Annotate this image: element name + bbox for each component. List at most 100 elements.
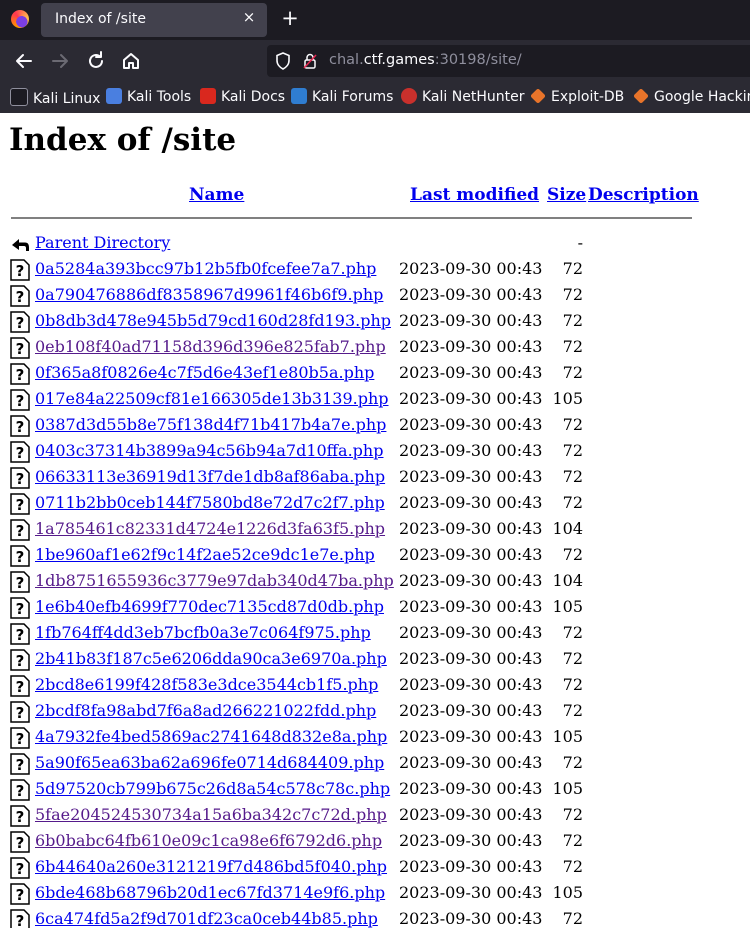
svg-text:?: ? bbox=[16, 704, 25, 722]
file-link[interactable]: 6b44640a260e3121219f7d486bd5f040.php bbox=[35, 857, 387, 876]
bookmark-kali-tools[interactable]: Kali Tools bbox=[106, 88, 191, 105]
unknown-file-icon: ? bbox=[10, 519, 30, 541]
file-size: 72 bbox=[562, 805, 583, 824]
kali-tools-icon bbox=[106, 88, 122, 104]
file-link[interactable]: 2bcd8e6199f428f583e3dce3544cb1f5.php bbox=[35, 675, 378, 694]
browser-chrome: Index of /site × + chal.ctf.games:30198/… bbox=[0, 0, 750, 113]
unknown-file-icon: ? bbox=[10, 363, 30, 385]
home-icon[interactable] bbox=[119, 49, 143, 73]
svg-text:?: ? bbox=[16, 886, 25, 904]
new-tab-icon[interactable]: + bbox=[280, 6, 300, 30]
kali-forums-icon bbox=[291, 88, 307, 104]
reload-icon[interactable] bbox=[84, 49, 108, 73]
svg-text:?: ? bbox=[16, 912, 25, 928]
url-bar[interactable]: chal.ctf.games:30198/site/ bbox=[267, 45, 750, 77]
file-link[interactable]: 4a7932fe4bed5869ac2741648d832e8a.php bbox=[35, 727, 387, 746]
unknown-file-icon: ? bbox=[10, 545, 30, 567]
tracking-shield-icon[interactable] bbox=[275, 52, 291, 70]
unknown-file-icon: ? bbox=[10, 701, 30, 723]
column-header-last-modified[interactable]: Last modified bbox=[410, 185, 539, 205]
table-row: ? 1be960af1e62f9c14f2ae52ce9dc1e7e.php 202… bbox=[0, 542, 750, 568]
page-title: Index of /site bbox=[9, 122, 237, 158]
file-size: 72 bbox=[562, 467, 583, 486]
svg-text:?: ? bbox=[16, 418, 25, 436]
file-link[interactable]: 6bde468b68796b20d1ec67fd3714e9f6.php bbox=[35, 883, 385, 902]
file-link[interactable]: 1fb764ff4dd3eb7bcfb0a3e7c064f975.php bbox=[35, 623, 371, 642]
file-link[interactable]: 1db8751655936c3779e97dab340d47ba.php bbox=[35, 571, 394, 590]
svg-text:?: ? bbox=[16, 600, 25, 618]
file-link[interactable]: 1be960af1e62f9c14f2ae52ce9dc1e7e.php bbox=[35, 545, 375, 564]
file-link[interactable]: 1e6b40efb4699f770dec7135cd87d0db.php bbox=[35, 597, 384, 616]
insecure-lock-icon[interactable] bbox=[303, 52, 317, 70]
table-row: ? 0a5284a393bcc97b12b5fb0fcefee7a7.php 202… bbox=[0, 256, 750, 282]
svg-text:?: ? bbox=[16, 496, 25, 514]
firefox-menu-icon[interactable] bbox=[11, 10, 29, 28]
file-link[interactable]: 5a90f65ea63ba62a696fe0714d684409.php bbox=[35, 753, 384, 772]
back-arrow-icon bbox=[12, 239, 29, 251]
bookmark-kali-linux[interactable]: Kali Linux bbox=[10, 88, 100, 107]
kali-dragon-icon bbox=[10, 88, 28, 106]
unknown-file-icon: ? bbox=[10, 753, 30, 775]
file-link[interactable]: 0403c37314b3899a94c56b94a7d10ffa.php bbox=[35, 441, 383, 460]
back-icon[interactable] bbox=[12, 49, 36, 73]
file-size: 72 bbox=[562, 545, 583, 564]
file-link[interactable]: 5fae204524530734a15a6ba342c7c72d.php bbox=[35, 805, 387, 824]
unknown-file-icon: ? bbox=[10, 337, 30, 359]
column-header-name[interactable]: Name bbox=[189, 185, 244, 205]
svg-text:?: ? bbox=[16, 288, 25, 306]
file-size: 72 bbox=[562, 415, 583, 434]
close-tab-icon[interactable]: × bbox=[239, 8, 259, 26]
bookmark-kali-nethunter[interactable]: Kali NetHunter bbox=[401, 88, 524, 105]
file-link[interactable]: 0387d3d55b8e75f138d4f71b417b4a7e.php bbox=[35, 415, 386, 434]
column-header-description[interactable]: Description bbox=[588, 185, 699, 205]
svg-text:?: ? bbox=[16, 574, 25, 592]
svg-text:?: ? bbox=[16, 314, 25, 332]
file-link[interactable]: 1a785461c82331d4724e1226d3fa63f5.php bbox=[35, 519, 385, 538]
svg-text:?: ? bbox=[16, 444, 25, 462]
file-size: 72 bbox=[562, 337, 583, 356]
table-row: ? 5d97520cb799b675c26d8a54c578c78c.php 202… bbox=[0, 776, 750, 802]
file-size: 105 bbox=[552, 597, 583, 616]
parent-directory-link[interactable]: Parent Directory bbox=[35, 233, 170, 252]
svg-text:?: ? bbox=[16, 834, 25, 852]
column-header-size[interactable]: Size bbox=[547, 185, 586, 205]
file-link[interactable]: 0a5284a393bcc97b12b5fb0fcefee7a7.php bbox=[35, 259, 376, 278]
bookmark-exploit-db[interactable]: Exploit-DB bbox=[530, 88, 624, 105]
file-size: 72 bbox=[562, 831, 583, 850]
file-link[interactable]: 0eb108f40ad71158d396d396e825fab7.php bbox=[35, 337, 386, 356]
forward-icon[interactable] bbox=[48, 49, 72, 73]
file-size: 105 bbox=[552, 389, 583, 408]
file-size: 105 bbox=[552, 779, 583, 798]
table-row: ? 4a7932fe4bed5869ac2741648d832e8a.php 202… bbox=[0, 724, 750, 750]
bookmark-kali-forums[interactable]: Kali Forums bbox=[291, 88, 393, 105]
url-text[interactable]: chal.ctf.games:30198/site/ bbox=[329, 52, 522, 68]
file-size: 72 bbox=[562, 649, 583, 668]
table-row: ? 2bcdf8fa98abd7f6a8ad266221022fdd.php 202… bbox=[0, 698, 750, 724]
tab-active[interactable]: Index of /site × bbox=[41, 3, 267, 37]
page-content: Index of /site Name Last modified Size D… bbox=[0, 113, 750, 928]
file-link[interactable]: 2b41b83f187c5e6206dda90ca3e6970a.php bbox=[35, 649, 387, 668]
header-divider bbox=[11, 217, 692, 219]
bookmark-google-hacking[interactable]: Google Hacking bbox=[633, 88, 750, 105]
table-row: ? 0387d3d55b8e75f138d4f71b417b4a7e.php 202… bbox=[0, 412, 750, 438]
file-link[interactable]: 0a790476886df8358967d9961f46b6f9.php bbox=[35, 285, 383, 304]
svg-text:?: ? bbox=[16, 730, 25, 748]
bookmark-kali-docs[interactable]: Kali Docs bbox=[200, 88, 285, 105]
unknown-file-icon: ? bbox=[10, 467, 30, 489]
google-hacking-icon bbox=[633, 88, 649, 104]
file-link[interactable]: 2bcdf8fa98abd7f6a8ad266221022fdd.php bbox=[35, 701, 376, 720]
unknown-file-icon: ? bbox=[10, 909, 30, 928]
file-link[interactable]: 017e84a22509cf81e166305de13b3139.php bbox=[35, 389, 389, 408]
table-row: ? 5fae204524530734a15a6ba342c7c72d.php 202… bbox=[0, 802, 750, 828]
file-link[interactable]: 06633113e36919d13f7de1db8af86aba.php bbox=[35, 467, 385, 486]
file-link[interactable]: 0711b2bb0ceb144f7580bd8e72d7c2f7.php bbox=[35, 493, 385, 512]
svg-text:?: ? bbox=[16, 860, 25, 878]
file-size: 105 bbox=[552, 883, 583, 902]
file-link[interactable]: 0f365a8f0826e4c7f5d6e43ef1e80b5a.php bbox=[35, 363, 374, 382]
file-link[interactable]: 5d97520cb799b675c26d8a54c578c78c.php bbox=[35, 779, 390, 798]
unknown-file-icon: ? bbox=[10, 675, 30, 697]
file-link[interactable]: 6ca474fd5a2f9d701df23ca0ceb44b85.php bbox=[35, 909, 378, 928]
unknown-file-icon: ? bbox=[10, 857, 30, 879]
file-link[interactable]: 0b8db3d478e945b5d79cd160d28fd193.php bbox=[35, 311, 391, 330]
file-link[interactable]: 6b0babc64fb610e09c1ca98e6f6792d6.php bbox=[35, 831, 382, 850]
